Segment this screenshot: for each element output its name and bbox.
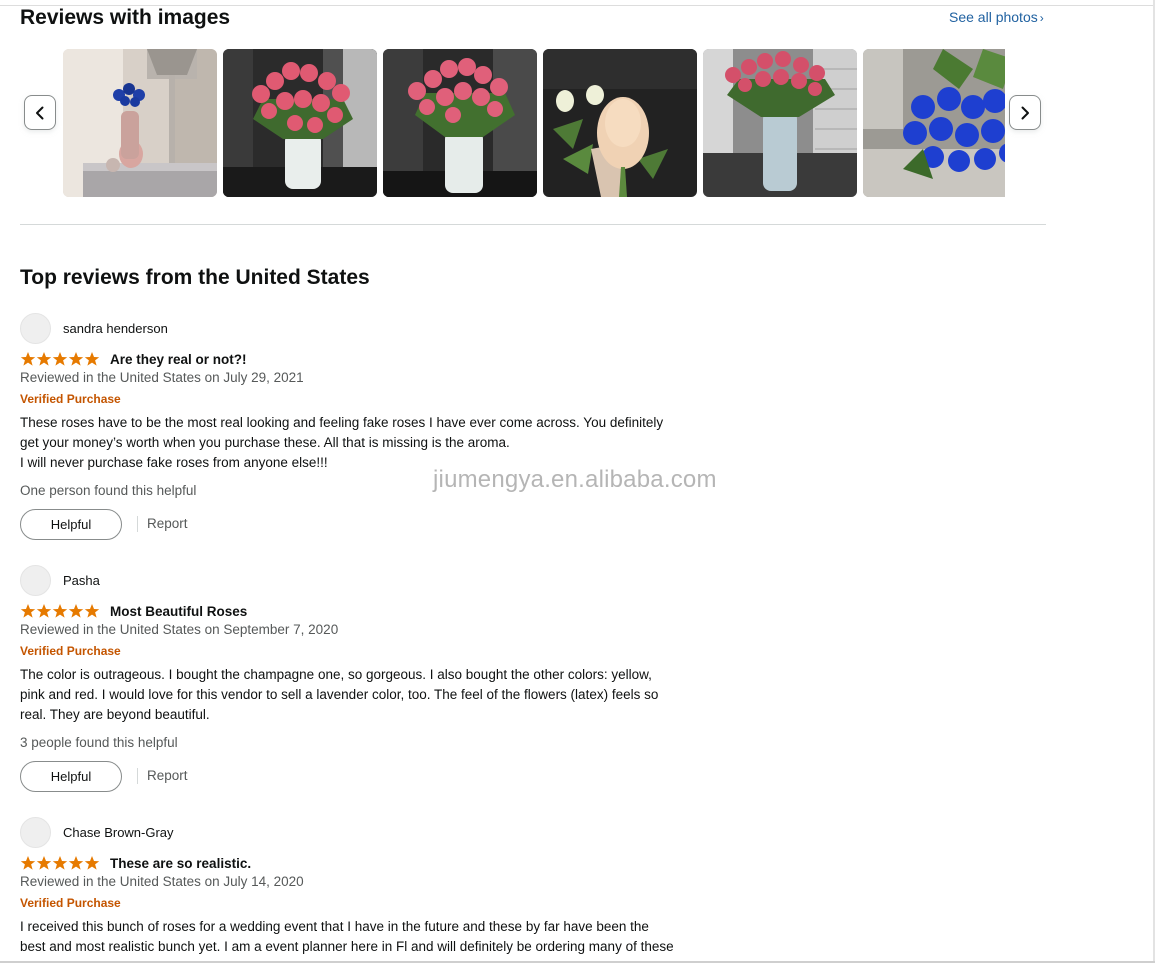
review-body-line: best and most realistic bunch yet. I am … bbox=[20, 939, 674, 954]
helpful-count: 3 people found this helpful bbox=[20, 735, 178, 750]
star-icon bbox=[20, 856, 36, 870]
star-icon bbox=[52, 856, 68, 870]
action-divider bbox=[137, 516, 138, 532]
reviewer-name: Pasha bbox=[63, 573, 100, 588]
review-title[interactable]: Most Beautiful Roses bbox=[110, 604, 247, 619]
review-body: These roses have to be the most real loo… bbox=[20, 413, 710, 473]
reviewer-name: sandra henderson bbox=[63, 321, 168, 336]
see-all-photos-link[interactable]: See all photos › bbox=[949, 9, 1044, 25]
review-image-pink-roses-vase-2[interactable] bbox=[383, 49, 537, 197]
review-image-pink-roses-vase[interactable] bbox=[223, 49, 377, 197]
helpful-button[interactable]: Helpful bbox=[20, 761, 122, 792]
review-image-champagne-rose[interactable] bbox=[543, 49, 697, 197]
review-profile[interactable]: sandra henderson bbox=[20, 313, 720, 345]
review-body-line: real. They are beyond beautiful. bbox=[20, 707, 210, 722]
report-link[interactable]: Report bbox=[147, 768, 188, 783]
star-icon bbox=[68, 352, 84, 366]
review-image-blue-roses-bouquet[interactable] bbox=[863, 49, 1005, 197]
star-rating[interactable] bbox=[20, 855, 100, 871]
carousel-next-button[interactable] bbox=[1009, 95, 1041, 130]
review-profile[interactable]: Chase Brown-Gray bbox=[20, 817, 720, 849]
chevron-right-small-icon: › bbox=[1039, 11, 1044, 25]
verified-purchase-badge: Verified Purchase bbox=[20, 644, 121, 658]
chevron-left-icon bbox=[36, 106, 44, 119]
star-icon bbox=[36, 604, 52, 618]
report-link[interactable]: Report bbox=[147, 516, 188, 531]
review-image-pink-roses-window[interactable] bbox=[703, 49, 857, 197]
review-item: Pasha Most Beautiful Roses Reviewed in t… bbox=[20, 565, 720, 795]
review-date: Reviewed in the United States on July 29… bbox=[20, 370, 304, 385]
see-all-photos-label: See all photos bbox=[949, 9, 1038, 25]
review-images-carousel bbox=[63, 49, 1005, 197]
star-icon bbox=[20, 604, 36, 618]
review-rating-row: These are so realistic. bbox=[20, 854, 251, 872]
review-body-line: get your money’s worth when you purchase… bbox=[20, 435, 510, 450]
review-body-line: pink and red. I would love for this vend… bbox=[20, 687, 659, 702]
avatar bbox=[20, 565, 51, 596]
review-body: I received this bunch of roses for a wed… bbox=[20, 917, 710, 957]
verified-purchase-badge: Verified Purchase bbox=[20, 392, 121, 406]
action-divider bbox=[137, 768, 138, 784]
review-title[interactable]: Are they real or not?! bbox=[110, 352, 247, 367]
review-date: Reviewed in the United States on July 14… bbox=[20, 874, 304, 889]
avatar bbox=[20, 817, 51, 848]
review-body-line: These roses have to be the most real loo… bbox=[20, 415, 664, 430]
reviews-with-images-title: Reviews with images bbox=[20, 6, 231, 29]
section-divider bbox=[20, 224, 1046, 225]
star-icon bbox=[52, 352, 68, 366]
star-icon bbox=[36, 856, 52, 870]
star-icon bbox=[84, 352, 100, 366]
top-reviews-title: Top reviews from the United States bbox=[20, 266, 370, 289]
star-icon bbox=[36, 352, 52, 366]
review-body-line: The color is outrageous. I bought the ch… bbox=[20, 667, 652, 682]
review-profile[interactable]: Pasha bbox=[20, 565, 720, 597]
review-title[interactable]: These are so realistic. bbox=[110, 856, 251, 871]
star-icon bbox=[20, 352, 36, 366]
watermark-text: jiumengya.en.alibaba.com bbox=[433, 466, 717, 493]
review-item: Chase Brown-Gray These are so realistic.… bbox=[20, 817, 720, 961]
star-icon bbox=[68, 604, 84, 618]
carousel-prev-button[interactable] bbox=[24, 95, 56, 130]
star-icon bbox=[84, 604, 100, 618]
star-rating[interactable] bbox=[20, 603, 100, 619]
helpful-count: One person found this helpful bbox=[20, 483, 197, 498]
star-rating[interactable] bbox=[20, 351, 100, 367]
review-image-blue-roses-lamp[interactable] bbox=[63, 49, 217, 197]
star-icon bbox=[68, 856, 84, 870]
review-rating-row: Most Beautiful Roses bbox=[20, 602, 247, 620]
chevron-right-icon bbox=[1021, 106, 1029, 119]
verified-purchase-badge: Verified Purchase bbox=[20, 896, 121, 910]
helpful-button[interactable]: Helpful bbox=[20, 509, 122, 540]
reviewer-name: Chase Brown-Gray bbox=[63, 825, 174, 840]
review-rating-row: Are they real or not?! bbox=[20, 350, 247, 368]
review-date: Reviewed in the United States on Septemb… bbox=[20, 622, 339, 637]
star-icon bbox=[84, 856, 100, 870]
avatar bbox=[20, 313, 51, 344]
review-body: The color is outrageous. I bought the ch… bbox=[20, 665, 710, 725]
review-body-line: I received this bunch of roses for a wed… bbox=[20, 919, 649, 934]
review-item: sandra henderson Are they real or not?! … bbox=[20, 313, 720, 543]
star-icon bbox=[52, 604, 68, 618]
